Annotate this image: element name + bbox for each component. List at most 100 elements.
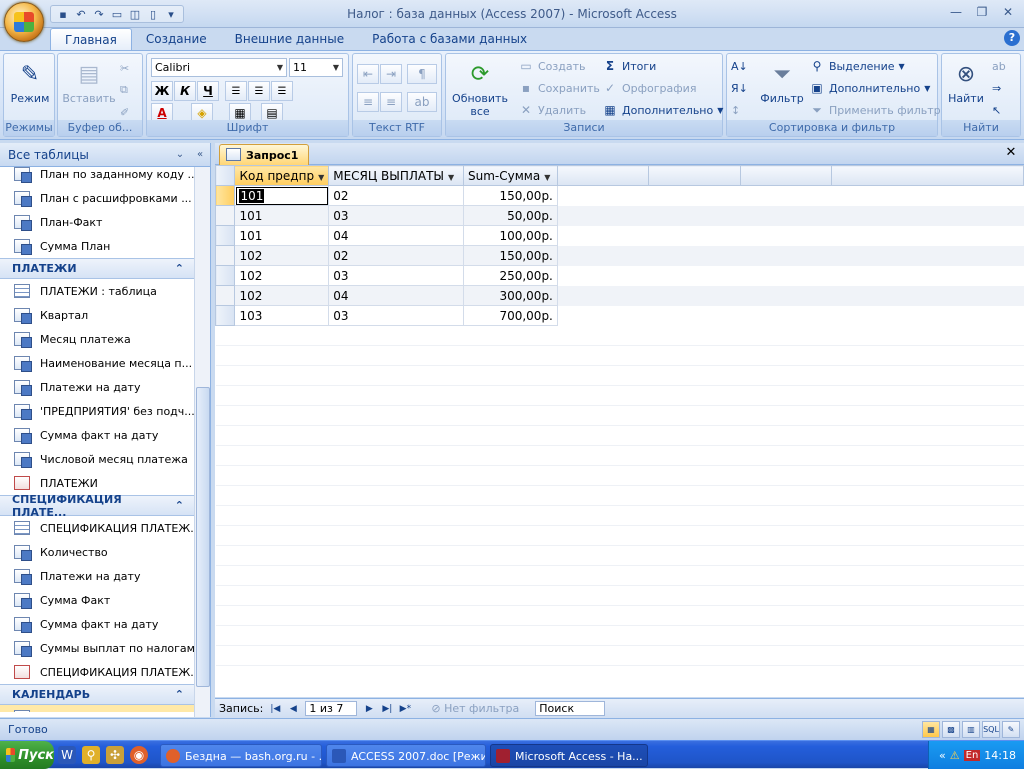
cell-sum[interactable]: 150,00р. xyxy=(463,185,558,206)
highlight-icon[interactable]: ab xyxy=(407,92,437,112)
nav-item[interactable]: Числовой месяц платежа xyxy=(0,447,194,471)
nav-item[interactable]: Месяц платежа xyxy=(0,327,194,351)
font-size-select[interactable]: 11 ▼ xyxy=(289,58,343,77)
cell-sum[interactable]: 300,00р. xyxy=(463,285,558,306)
nav-scrollbar[interactable] xyxy=(194,167,210,717)
minimize-icon[interactable]: — xyxy=(944,3,968,21)
open-folder-icon[interactable]: ▭ xyxy=(109,6,125,22)
nav-item[interactable]: СПЕЦИФИКАЦИЯ ПЛАТЕЖ... xyxy=(0,660,194,684)
folder-search-icon[interactable]: ⚲ xyxy=(82,746,100,764)
row-selector[interactable] xyxy=(215,225,236,246)
nav-item[interactable]: План по заданному коду ... xyxy=(0,162,194,186)
table-row[interactable]: 102 03 250,00р. xyxy=(215,265,1024,286)
cell-payment-month[interactable]: 03 xyxy=(328,205,464,226)
table-row[interactable]: 101 02 150,00р. xyxy=(215,185,1024,206)
spelling-button[interactable]: ✓ Орфография xyxy=(602,78,696,98)
totals-button[interactable]: Σ Итоги xyxy=(602,56,656,76)
column-header-company-code[interactable]: Код предпр ▼ xyxy=(234,165,330,186)
collapse-chevron-icon[interactable]: ⌃ xyxy=(175,688,184,701)
restore-icon[interactable]: ❐ xyxy=(970,3,994,21)
nav-item[interactable]: СПЕЦИФИКАЦИЯ ПЛАТЕЖ... xyxy=(0,516,194,540)
cell-company-code[interactable]: 103 xyxy=(234,305,330,326)
cell-company-code[interactable]: 101 xyxy=(234,205,330,226)
chevron-down-icon[interactable]: ▼ xyxy=(448,173,454,182)
nav-item[interactable]: Количество xyxy=(0,540,194,564)
format-painter-icon[interactable]: ✐ xyxy=(120,102,129,122)
nav-item[interactable]: Сумма Факт xyxy=(0,588,194,612)
decrease-indent-icon[interactable]: ⇤ xyxy=(357,64,379,84)
cell-payment-month[interactable]: 02 xyxy=(328,185,464,206)
taskbar-item-word[interactable]: ACCESS 2007.doc [Режи... xyxy=(326,744,486,767)
record-position-input[interactable]: 1 из 7 xyxy=(305,701,358,716)
cell-company-code[interactable]: 102 xyxy=(234,265,330,286)
next-record-icon[interactable]: ▶ xyxy=(363,704,375,714)
row-selector[interactable] xyxy=(215,265,236,286)
find-button[interactable]: ⊗ Найти xyxy=(944,58,988,106)
table-row[interactable]: 102 04 300,00р. xyxy=(215,285,1024,306)
cell-payment-month[interactable]: 04 xyxy=(328,225,464,246)
italic-button[interactable]: К xyxy=(174,81,196,101)
word-icon[interactable]: W xyxy=(58,746,76,764)
pivot-table-icon[interactable]: ▩ xyxy=(942,721,960,738)
table-row[interactable]: 101 03 50,00р. xyxy=(215,205,1024,226)
help-icon[interactable]: ? xyxy=(1004,30,1020,46)
font-name-select[interactable]: Calibri ▼ xyxy=(151,58,287,77)
cell-payment-month[interactable]: 03 xyxy=(328,305,464,326)
row-selector[interactable] xyxy=(215,205,236,226)
chevron-down-icon[interactable]: ▼ xyxy=(544,173,550,182)
document-tab-query1[interactable]: Запрос1 xyxy=(219,144,310,165)
tab-home[interactable]: Главная xyxy=(50,28,132,50)
refresh-all-button[interactable]: ⟳ Обновить все xyxy=(450,58,510,119)
tab-external-data[interactable]: Внешние данные xyxy=(221,28,358,50)
increase-indent-icon[interactable]: ⇥ xyxy=(380,64,402,84)
collapse-chevron-icon[interactable]: ⌃ xyxy=(175,262,184,275)
filter-status-button[interactable]: ⊘ Нет фильтра xyxy=(431,702,519,715)
select-icon[interactable]: ↖ xyxy=(992,100,1001,120)
firefox-icon[interactable]: ◉ xyxy=(130,746,148,764)
nav-group-header[interactable]: КАЛЕНДАРЬ ⌃ xyxy=(0,684,194,705)
sql-view-icon[interactable]: SQL xyxy=(982,721,1000,738)
nav-group-header[interactable]: СПЕЦИФИКАЦИЯ ПЛАТЕ... ⌃ xyxy=(0,493,194,519)
nav-item[interactable]: Квартал xyxy=(0,303,194,327)
select-all-corner[interactable] xyxy=(215,165,236,186)
tab-database-tools[interactable]: Работа с базами данных xyxy=(358,28,541,50)
pivot-chart-icon[interactable]: ▥ xyxy=(962,721,980,738)
table-row[interactable]: 101 04 100,00р. xyxy=(215,225,1024,246)
table-row[interactable]: 103 03 700,00р. xyxy=(215,305,1024,326)
text-direction-icon[interactable]: ¶ xyxy=(407,64,437,84)
datasheet-view-icon[interactable]: ▦ xyxy=(922,721,940,738)
chevron-down-icon[interactable]: ▼ xyxy=(318,173,324,182)
nav-item[interactable]: ПЛАТЕЖИ xyxy=(0,471,194,495)
nav-item[interactable]: Сумма факт на дату xyxy=(0,612,194,636)
shutter-bar-icon[interactable]: « xyxy=(192,147,208,163)
cell-sum[interactable]: 150,00р. xyxy=(463,245,558,266)
column-header-payment-month[interactable]: МЕСЯЦ ВЫПЛАТЫ ▼ xyxy=(328,165,464,186)
nav-item[interactable]: План-Факт xyxy=(0,210,194,234)
sort-descending-icon[interactable]: Я↓ xyxy=(731,78,748,98)
cell-company-code[interactable]: 101 xyxy=(234,225,330,246)
blank-page-icon[interactable]: ▯ xyxy=(145,6,161,22)
print-preview-icon[interactable]: ◫ xyxy=(127,6,143,22)
cell-sum[interactable]: 100,00р. xyxy=(463,225,558,246)
cell-company-code[interactable]: 101 xyxy=(234,185,330,206)
new-record-icon[interactable]: ▶* xyxy=(399,704,411,714)
column-header-sum[interactable]: Sum-Сумма ▼ xyxy=(463,165,558,186)
last-record-icon[interactable]: ▶| xyxy=(381,704,393,714)
cell-company-code[interactable]: 102 xyxy=(234,245,330,266)
bullets-icon[interactable]: ≡ xyxy=(357,92,379,112)
advanced-filter-button[interactable]: ▣ Дополнительно ▼ xyxy=(809,78,930,98)
create-record-button[interactable]: ▭ Создать xyxy=(518,56,585,76)
search-input[interactable]: Поиск xyxy=(535,701,606,716)
nav-item[interactable]: Суммы выплат по налогам xyxy=(0,636,194,660)
row-selector[interactable] xyxy=(215,305,236,326)
customize-qat-icon[interactable]: ▾ xyxy=(163,6,179,22)
cell-sum[interactable]: 50,00р. xyxy=(463,205,558,226)
cell-payment-month[interactable]: 02 xyxy=(328,245,464,266)
nav-scrollbar-thumb[interactable] xyxy=(196,387,210,687)
close-icon[interactable]: ✕ xyxy=(996,3,1020,21)
nav-group-header[interactable]: ПЛАТЕЖИ ⌃ xyxy=(0,258,194,279)
taskbar-item-browser[interactable]: Бездна — bash.org.ru - ... xyxy=(160,744,322,767)
first-record-icon[interactable]: |◀ xyxy=(269,704,281,714)
nav-item[interactable]: Платежи на дату xyxy=(0,375,194,399)
nav-item[interactable]: Сумма План xyxy=(0,234,194,258)
